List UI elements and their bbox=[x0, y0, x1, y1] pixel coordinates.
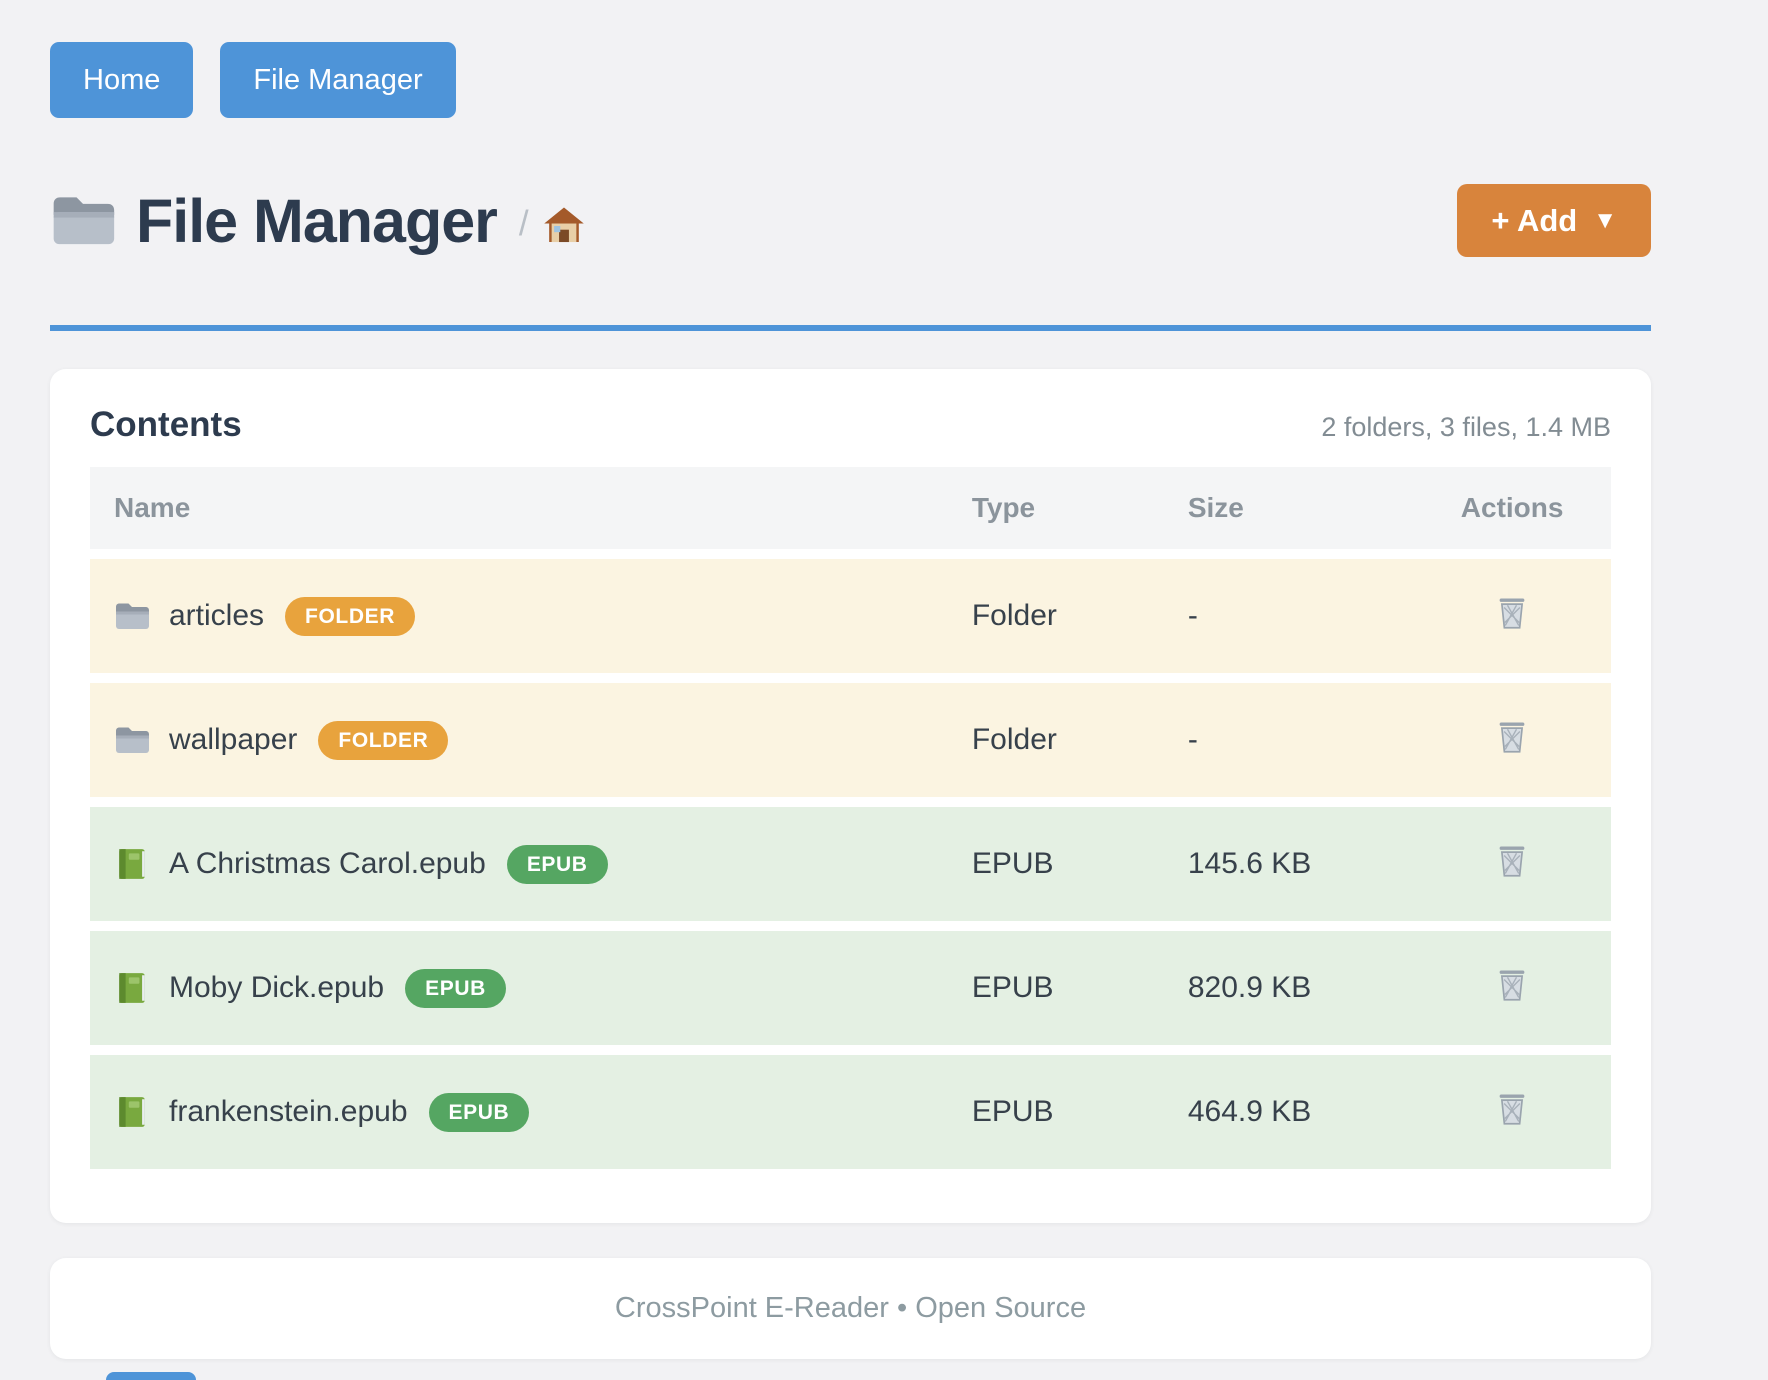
add-button-label: + Add bbox=[1491, 203, 1577, 239]
name-cell: A Christmas Carol.epub EPUB bbox=[90, 807, 948, 921]
type-cell: Folder bbox=[948, 683, 1164, 797]
column-header-name: Name bbox=[90, 467, 948, 549]
chevron-down-icon: ▼ bbox=[1593, 207, 1617, 235]
actions-cell bbox=[1413, 683, 1611, 797]
type-badge: EPUB bbox=[507, 845, 608, 884]
table-row[interactable]: A Christmas Carol.epubEPUBEPUB145.6 KB bbox=[90, 807, 1611, 921]
size-cell: 464.9 KB bbox=[1164, 1055, 1413, 1169]
actions-cell bbox=[1413, 1055, 1611, 1169]
type-cell: EPUB bbox=[948, 931, 1164, 1045]
name-cell: frankenstein.epub EPUB bbox=[90, 1055, 948, 1169]
column-header-type: Type bbox=[948, 467, 1164, 549]
add-button[interactable]: + Add ▼ bbox=[1457, 184, 1651, 257]
page-title: File Manager bbox=[136, 186, 497, 256]
file-name[interactable]: frankenstein.epub bbox=[169, 1095, 408, 1129]
file-name[interactable]: A Christmas Carol.epub bbox=[169, 847, 486, 881]
name-cell: Moby Dick.epub EPUB bbox=[90, 931, 948, 1045]
table-row[interactable]: wallpaper FOLDER Folder- bbox=[90, 683, 1611, 797]
name-cell: wallpaper FOLDER bbox=[90, 683, 948, 797]
type-badge: EPUB bbox=[429, 1093, 530, 1132]
cutoff-bottom-button[interactable] bbox=[106, 1372, 196, 1380]
file-manager-button[interactable]: File Manager bbox=[220, 42, 455, 118]
size-cell: 820.9 KB bbox=[1164, 931, 1413, 1045]
trash-icon[interactable] bbox=[1496, 1090, 1528, 1126]
trash-icon[interactable] bbox=[1496, 966, 1528, 1002]
file-name[interactable]: Moby Dick.epub bbox=[169, 971, 384, 1005]
book-icon bbox=[114, 847, 150, 881]
home-button[interactable]: Home bbox=[50, 42, 193, 118]
name-cell: articles FOLDER bbox=[90, 559, 948, 673]
folder-icon bbox=[50, 191, 116, 251]
file-name[interactable]: wallpaper bbox=[169, 723, 297, 757]
title-group: File Manager / bbox=[50, 186, 1457, 256]
trash-icon[interactable] bbox=[1496, 594, 1528, 630]
table-row[interactable]: articles FOLDER Folder- bbox=[90, 559, 1611, 673]
type-cell: EPUB bbox=[948, 807, 1164, 921]
breadcrumb-separator: / bbox=[519, 204, 529, 244]
table-row[interactable]: frankenstein.epubEPUBEPUB464.9 KB bbox=[90, 1055, 1611, 1169]
table-header-row: Name Type Size Actions bbox=[90, 467, 1611, 549]
contents-title: Contents bbox=[90, 405, 242, 445]
home-breadcrumb-icon[interactable] bbox=[543, 205, 585, 245]
book-icon bbox=[114, 971, 150, 1005]
actions-cell bbox=[1413, 559, 1611, 673]
footer-card: CrossPoint E-Reader • Open Source bbox=[50, 1258, 1651, 1359]
page-header: File Manager / + Add ▼ bbox=[50, 184, 1651, 257]
header-divider bbox=[50, 325, 1651, 331]
trash-icon[interactable] bbox=[1496, 718, 1528, 754]
folder-icon bbox=[114, 599, 150, 633]
page: Home File Manager File Manager / bbox=[50, 0, 1651, 1359]
book-icon bbox=[114, 1095, 150, 1129]
contents-summary: 2 folders, 3 files, 1.4 MB bbox=[1321, 412, 1611, 443]
footer-text: CrossPoint E-Reader • Open Source bbox=[615, 1292, 1086, 1325]
type-badge: FOLDER bbox=[318, 721, 448, 760]
actions-cell bbox=[1413, 807, 1611, 921]
folder-icon bbox=[114, 723, 150, 757]
type-cell: EPUB bbox=[948, 1055, 1164, 1169]
type-badge: EPUB bbox=[405, 969, 506, 1008]
contents-card-header: Contents 2 folders, 3 files, 1.4 MB bbox=[90, 405, 1611, 445]
type-cell: Folder bbox=[948, 559, 1164, 673]
table-body: articles FOLDER Folder- wallpaper FOLDER Fol… bbox=[90, 559, 1611, 1169]
column-header-size: Size bbox=[1164, 467, 1413, 549]
table-row[interactable]: Moby Dick.epubEPUBEPUB820.9 KB bbox=[90, 931, 1611, 1045]
size-cell: - bbox=[1164, 683, 1413, 797]
contents-card: Contents 2 folders, 3 files, 1.4 MB Name… bbox=[50, 369, 1651, 1223]
actions-cell bbox=[1413, 931, 1611, 1045]
size-cell: 145.6 KB bbox=[1164, 807, 1413, 921]
trash-icon[interactable] bbox=[1496, 842, 1528, 878]
file-name[interactable]: articles bbox=[169, 599, 264, 633]
type-badge: FOLDER bbox=[285, 597, 415, 636]
files-table: Name Type Size Actions articles FOLDER Fol… bbox=[90, 457, 1611, 1179]
top-nav: Home File Manager bbox=[50, 42, 1651, 118]
column-header-actions: Actions bbox=[1413, 467, 1611, 549]
size-cell: - bbox=[1164, 559, 1413, 673]
